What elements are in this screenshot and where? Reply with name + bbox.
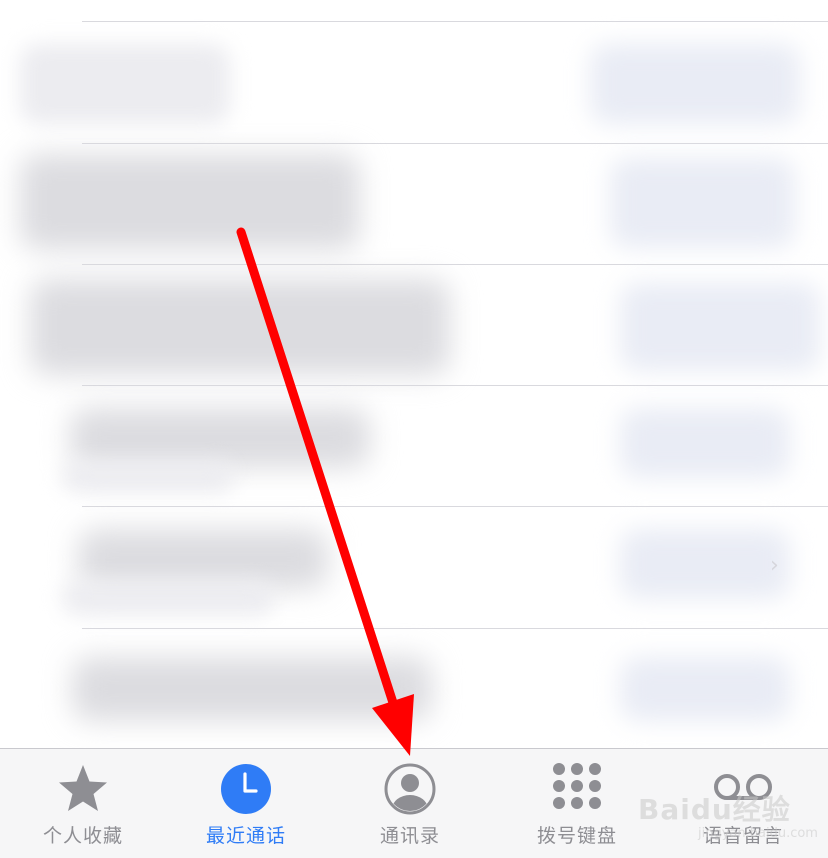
tab-favorites[interactable]: 个人收藏: [0, 749, 166, 858]
blurred-call-type: [62, 462, 234, 492]
blurred-call-type: [62, 581, 274, 615]
tab-recents-label: 最近通话: [205, 825, 286, 847]
tab-contacts-label: 通讯录: [379, 825, 440, 847]
blurred-contact-name: [70, 408, 370, 468]
blurred-contact-name: [72, 657, 432, 721]
blurred-call-time: [620, 657, 790, 721]
call-row[interactable]: [0, 144, 828, 264]
chevron-right-icon: ›: [770, 553, 779, 578]
clock-icon: [221, 764, 271, 814]
blurred-contact-name: [20, 44, 230, 124]
call-row[interactable]: [0, 629, 828, 748]
blurred-call-time: [620, 283, 820, 371]
baidu-watermark: Baidu经验 jingyan.baidu.com: [628, 778, 824, 848]
keypad-grid-icon: [553, 763, 601, 809]
tab-recents[interactable]: 最近通话: [163, 749, 329, 858]
call-row[interactable]: [0, 265, 828, 385]
star-icon: [59, 765, 107, 811]
blurred-call-time: [610, 158, 795, 248]
blurred-contact-name: [78, 529, 328, 589]
blurred-contact-name: [30, 279, 450, 375]
call-row[interactable]: ›: [0, 507, 828, 627]
watermark-text: Baidu经验: [638, 793, 791, 826]
call-row[interactable]: [0, 386, 828, 506]
contact-person-icon: [384, 763, 436, 815]
blurred-call-time: [590, 44, 800, 124]
phone-recents-screen: › 个人收藏 最近通话 通讯录 拨号键盘 语音留言 Baidu经验 jingya…: [0, 0, 828, 858]
blurred-contact-name: [20, 154, 360, 250]
call-row[interactable]: [0, 22, 828, 143]
recent-calls-list[interactable]: ›: [0, 0, 828, 748]
tab-favorites-label: 个人收藏: [42, 825, 123, 847]
blurred-call-time: [620, 529, 790, 599]
watermark-subtext: jingyan.baidu.com: [698, 826, 818, 841]
tab-contacts[interactable]: 通讯录: [327, 749, 493, 858]
blurred-call-time: [620, 408, 790, 478]
